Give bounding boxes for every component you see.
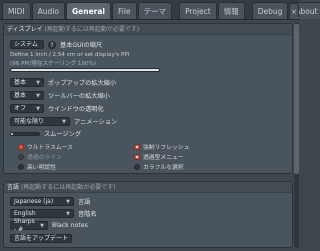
radio-indicator [134, 143, 140, 150]
chevron-down-icon: ▼ [40, 222, 44, 229]
display-header-title: ディスプレイ [7, 26, 43, 33]
radio-indicator [18, 163, 24, 170]
display-panel-header: ディスプレイ (再起動するには再起動が必要です) [4, 24, 292, 35]
language-header-note: (再起動するには再起動が必要です) [20, 184, 116, 191]
radio-indicator [18, 143, 24, 150]
accidental-label: Black notes [52, 222, 88, 229]
option-colorful-selection[interactable]: カラフルな選択 [134, 162, 184, 171]
display-panel: ディスプレイ (再起動するには再起動が必要です) システム ? 基本GUIの縮尺… [3, 23, 293, 174]
tab-project[interactable]: Project [179, 2, 217, 19]
chevron-down-icon: ▼ [66, 210, 70, 217]
option-label: 透過型メニュー [143, 155, 184, 161]
close-icon[interactable]: × [289, 3, 299, 17]
option-label: ウルトラスムース [27, 145, 73, 151]
popup-scale-select[interactable]: 基本 ▼ [10, 78, 44, 87]
option-transparent-menu[interactable]: 透過型メニュー [134, 152, 184, 161]
display-header-note: (再起動するには再起動が必要です) [44, 26, 140, 33]
gui-scale-select[interactable]: システム [10, 40, 44, 49]
tab-bar: MIDI Audio General File テーマ Project 情報 D… [0, 0, 320, 20]
option-label: 強制リフレッシュ [143, 145, 190, 151]
tab-file[interactable]: File [112, 2, 137, 19]
tab-debug[interactable]: Debug [251, 2, 289, 19]
chevron-down-icon: ▼ [36, 79, 40, 86]
popup-scale-label: ポップアップの拡大縮小 [48, 80, 117, 87]
tab-info[interactable]: 情報 [217, 2, 245, 19]
toolbar-scale-value: 基本 [14, 91, 27, 99]
smoothing-row: スムージング [10, 129, 81, 138]
tab-general[interactable]: General [66, 2, 111, 19]
scrollbar-thumb[interactable] [294, 24, 299, 174]
note-language-value: English [14, 209, 36, 217]
toolbar-scale-row: 基本 ▼ ツールバーの拡大縮小 [10, 91, 110, 100]
animation-row: 可能な限り ▼ アニメーション [10, 117, 117, 126]
tab-midi[interactable]: MIDI [2, 2, 31, 19]
ppi-slider[interactable] [10, 68, 160, 72]
language-panel: 言語 (再起動するには再起動が必要です) Japanese (ja) ▼ 言語 E… [3, 181, 293, 248]
accidental-row: Sharps - # ▼ Black notes [10, 218, 88, 233]
language-panel-header: 言語 (再起動するには再起動が必要です) [4, 182, 292, 193]
option-label: 透過のライン [27, 155, 62, 161]
gui-scale-label: 基本GUIの縮尺 [60, 42, 103, 49]
animation-select[interactable]: 可能な限り ▼ [10, 117, 70, 126]
smoothing-slider[interactable] [10, 131, 40, 136]
smoothing-label: スムージング [44, 131, 82, 138]
scrollbar[interactable] [294, 22, 299, 248]
language-header-title: 言語 [7, 184, 20, 191]
option-high-visibility[interactable]: 高い明認性 [18, 162, 56, 171]
ppi-slider-fill [11, 69, 159, 71]
scale-row: システム ? 基本GUIの縮尺 [10, 40, 102, 49]
transparency-label: ウインドウの透明化 [48, 106, 104, 113]
option-label: 高い明認性 [27, 165, 56, 171]
transparency-row: オフ ▼ ウインドウの透明化 [10, 104, 104, 113]
popup-scale-value: 基本 [14, 78, 27, 86]
popup-scale-row: 基本 ▼ ポップアップの拡大縮小 [10, 78, 116, 87]
toolbar-scale-select[interactable]: 基本 ▼ [10, 91, 44, 100]
tab-theme[interactable]: テーマ [137, 2, 173, 19]
transparency-value: オフ [14, 104, 27, 112]
language-label: 言語 [78, 199, 91, 206]
chevron-down-icon: ▼ [66, 198, 70, 205]
option-transparent-lines[interactable]: 透過のライン [18, 152, 62, 161]
smoothing-slider-fill [11, 132, 14, 135]
radio-indicator [18, 153, 24, 160]
language-value: Japanese (ja) [14, 197, 54, 205]
update-language-button[interactable]: 言語をアップデート [10, 234, 73, 243]
chevron-down-icon: ▼ [36, 92, 40, 99]
toolbar-scale-label: ツールバーの拡大縮小 [48, 93, 110, 100]
language-row: Japanese (ja) ▼ 言語 [10, 197, 90, 206]
accidental-select[interactable]: Sharps - # ▼ [10, 218, 48, 233]
help-icon[interactable]: ? [48, 40, 56, 49]
chevron-down-icon: ▼ [36, 105, 40, 112]
radio-indicator [134, 163, 140, 170]
option-force-refresh[interactable]: 強制リフレッシュ [134, 142, 189, 151]
gui-scale-value: システム [14, 40, 38, 48]
animation-value: 可能な限り [14, 117, 45, 125]
ppi-info-line1: Define 1 inch / 2.54 cm or set display's… [10, 52, 130, 58]
accidental-value: Sharps - # [14, 217, 35, 233]
language-select[interactable]: Japanese (ja) ▼ [10, 197, 74, 206]
chevron-down-icon: ▼ [62, 118, 66, 125]
option-ultra-smooth[interactable]: ウルトラスムース [18, 142, 73, 151]
option-label: カラフルな選択 [143, 165, 184, 171]
ppi-info-line2: (96 PPI/現在スケーリング 100%) [10, 61, 97, 67]
update-row: 言語をアップデート [10, 234, 73, 243]
note-language-label: 音階名 [78, 211, 97, 218]
tab-audio[interactable]: Audio [31, 2, 65, 19]
animation-label: アニメーション [74, 119, 118, 126]
transparency-select[interactable]: オフ ▼ [10, 104, 44, 113]
radio-indicator [134, 153, 140, 160]
